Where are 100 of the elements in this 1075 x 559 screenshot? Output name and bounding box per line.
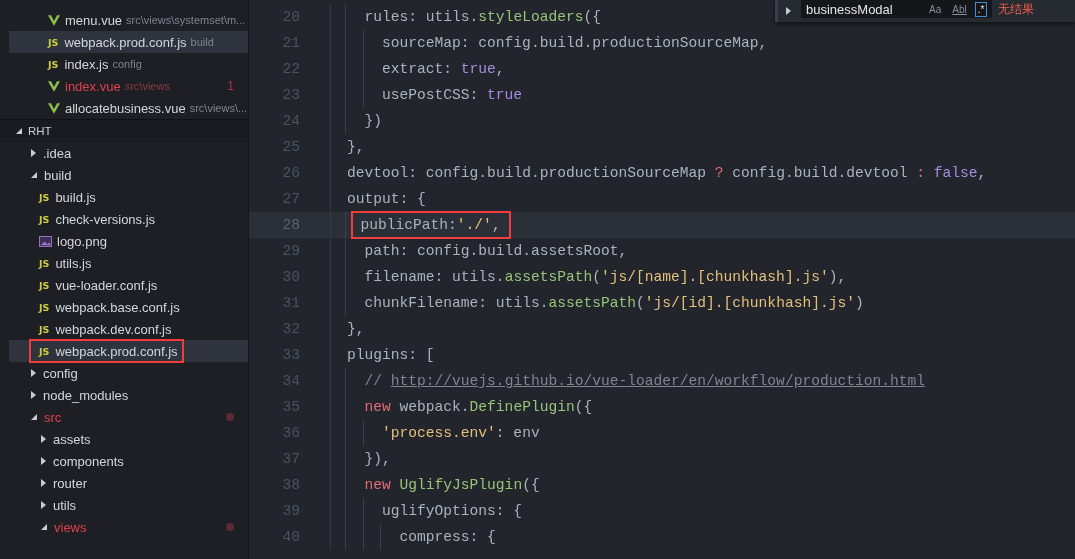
function-name: styleLoaders bbox=[478, 9, 584, 25]
code-text: ({ bbox=[522, 477, 540, 493]
code-text: usePostCSS: bbox=[382, 87, 480, 103]
js-file-icon: JS bbox=[39, 345, 50, 357]
folder-item[interactable]: utils bbox=[9, 494, 248, 516]
file-item[interactable]: JS vue-loader.conf.js bbox=[9, 274, 248, 296]
file-path: src\views\... bbox=[189, 102, 248, 114]
code-text: }, bbox=[347, 139, 365, 155]
folder-item[interactable]: config bbox=[9, 362, 248, 384]
function-name: assetsPath bbox=[548, 295, 636, 311]
folder-item[interactable]: node_modules bbox=[9, 384, 248, 406]
code-text: extract: bbox=[382, 61, 454, 77]
comment-link[interactable]: http://vuejs.github.io/vue-loader/en/workflow/production.html bbox=[390, 373, 925, 389]
file-path: config bbox=[112, 58, 142, 70]
problem-count: 1 bbox=[227, 79, 234, 93]
expand-icon bbox=[41, 457, 46, 465]
open-editor-item[interactable]: menu.vue src\views\systemset\m... bbox=[9, 9, 248, 31]
folder-item[interactable]: src bbox=[9, 406, 248, 428]
modified-dot bbox=[226, 413, 234, 421]
code-text: ) bbox=[854, 295, 864, 311]
function-name: assetsPath bbox=[504, 269, 593, 285]
code-text: ({ bbox=[574, 399, 593, 415]
code-text: ({ bbox=[583, 9, 601, 25]
js-file-icon: JS bbox=[39, 279, 50, 291]
open-editor-item[interactable]: JS webpack.prod.conf.js build bbox=[9, 31, 248, 53]
find-option-toggle[interactable]: .* bbox=[974, 1, 988, 17]
keyword: new bbox=[364, 399, 392, 415]
expand-icon bbox=[41, 524, 47, 530]
code-text: publicPath: bbox=[360, 217, 457, 233]
file-item[interactable]: JS webpack.dev.conf.js bbox=[9, 318, 248, 340]
code-text: }), bbox=[364, 451, 391, 467]
file-item[interactable]: JS webpack.prod.conf.js bbox=[9, 340, 248, 362]
js-file-icon: JS bbox=[39, 213, 50, 225]
file-name: vue-loader.conf.js bbox=[55, 277, 158, 293]
js-file-icon: JS bbox=[39, 301, 50, 313]
file-name: menu.vue bbox=[65, 12, 123, 28]
file-item[interactable]: logo.png bbox=[9, 230, 248, 252]
expand-icon bbox=[41, 435, 46, 443]
code-text: uglifyOptions: { bbox=[382, 503, 523, 519]
folder-item[interactable]: .idea bbox=[9, 142, 248, 164]
code-text: output: { bbox=[347, 191, 426, 207]
folder-item[interactable]: router bbox=[9, 472, 248, 494]
comment-text: // bbox=[364, 373, 383, 389]
file-item[interactable]: JS build.js bbox=[9, 186, 248, 208]
code-text: ), bbox=[828, 269, 847, 285]
expand-icon bbox=[31, 172, 37, 178]
folder-item[interactable]: assets bbox=[9, 428, 248, 450]
file-name: index.vue bbox=[65, 78, 121, 94]
find-option-toggle[interactable]: Abl bbox=[949, 1, 970, 17]
expand-icon bbox=[31, 149, 36, 157]
open-editor-item[interactable]: index.vue src\views 1 bbox=[9, 75, 248, 97]
line-number: 28 bbox=[281, 217, 300, 233]
code-text: }) bbox=[364, 113, 382, 129]
code-text: : env bbox=[495, 425, 540, 441]
js-file-icon: JS bbox=[48, 36, 59, 48]
function-name: DefinePlugin bbox=[469, 399, 575, 415]
file-name: logo.png bbox=[57, 233, 107, 249]
expand-icon bbox=[16, 128, 22, 134]
file-item[interactable]: JS webpack.base.conf.js bbox=[9, 296, 248, 318]
file-path: src\views bbox=[124, 80, 170, 92]
boolean-literal: false bbox=[933, 165, 978, 181]
code-text: filename: utils. bbox=[364, 269, 505, 285]
code-text: rules: utils. bbox=[364, 9, 479, 25]
find-result: 无结果 bbox=[998, 0, 1034, 18]
string-literal: 'process.env' bbox=[382, 425, 496, 441]
find-option-toggle[interactable]: Aa bbox=[926, 1, 945, 17]
code-text: ( bbox=[636, 295, 645, 311]
string-literal: 'js/[name].[chunkhash].js' bbox=[600, 269, 829, 285]
modified-dot bbox=[226, 523, 234, 531]
open-editor-item[interactable]: JS index.js config bbox=[9, 53, 248, 75]
file-item[interactable]: JS check-versions.js bbox=[9, 208, 248, 230]
keyword: : bbox=[916, 165, 927, 181]
file-name: webpack.dev.conf.js bbox=[55, 321, 172, 337]
js-file-icon: JS bbox=[39, 323, 50, 335]
js-file-icon: JS bbox=[48, 58, 59, 70]
file-name: allocatebusiness.vue bbox=[65, 100, 186, 116]
expand-icon[interactable] bbox=[786, 7, 791, 15]
code-text: compress: { bbox=[399, 529, 496, 545]
file-name: build.js bbox=[55, 189, 96, 205]
code-text: path: config.build.assetsRoot, bbox=[364, 243, 628, 259]
code-text: chunkFilename: utils. bbox=[364, 295, 549, 311]
expand-icon bbox=[31, 369, 36, 377]
project-header[interactable]: RHT bbox=[0, 120, 248, 142]
folder-item[interactable]: views bbox=[9, 516, 248, 538]
boolean-literal: true bbox=[487, 87, 523, 103]
code-text: plugins: [ bbox=[347, 347, 435, 363]
file-name: index.js bbox=[64, 56, 109, 72]
folder-item[interactable]: components bbox=[9, 450, 248, 472]
file-item[interactable]: JS utils.js bbox=[9, 252, 248, 274]
expand-icon bbox=[41, 501, 46, 509]
file-path: src\views\systemset\m... bbox=[126, 14, 246, 26]
js-file-icon: JS bbox=[39, 191, 50, 203]
open-editor-item[interactable]: allocatebusiness.vue src\views\... bbox=[9, 97, 248, 119]
function-name: UglifyJsPlugin bbox=[399, 477, 523, 493]
code-text: }, bbox=[347, 321, 365, 337]
find-input[interactable]: businessModal Aa Abl .* bbox=[801, 0, 992, 18]
folder-item[interactable]: build bbox=[9, 164, 248, 186]
code-text: , bbox=[977, 165, 987, 181]
file-name: webpack.prod.conf.js bbox=[64, 34, 187, 50]
code-text: , bbox=[491, 217, 501, 233]
